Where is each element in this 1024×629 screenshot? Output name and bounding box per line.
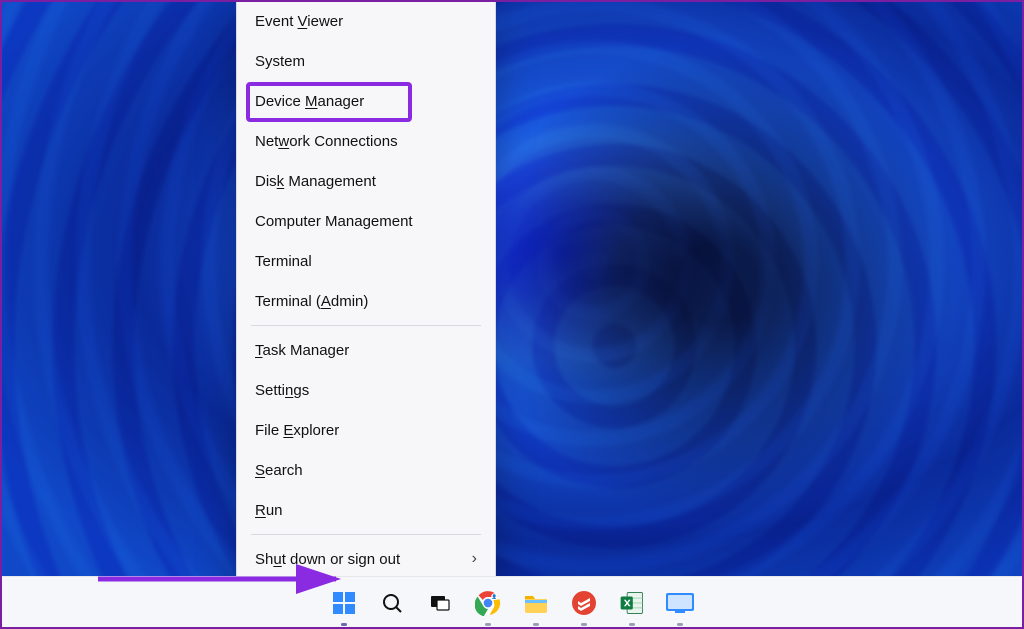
chrome-icon: 👤: [475, 590, 501, 616]
menu-item-disk-management[interactable]: Disk Management: [243, 161, 489, 201]
taskbar-chrome[interactable]: 👤: [471, 586, 505, 620]
menu-item-label: Terminal (Admin): [255, 293, 368, 310]
menu-item-label: Run: [255, 502, 283, 519]
todoist-icon: [571, 590, 597, 616]
menu-item-label: Disk Management: [255, 173, 376, 190]
menu-separator: [251, 534, 481, 535]
menu-item-label: Search: [255, 462, 303, 479]
start-context-menu: Event Viewer System Device Manager Network …: [236, 0, 496, 626]
menu-item-label: File Explorer: [255, 422, 339, 439]
menu-item-label: Computer Management: [255, 213, 413, 230]
taskbar-todoist[interactable]: [567, 586, 601, 620]
menu-item-label: Network Connections: [255, 133, 398, 150]
menu-item-computer-management[interactable]: Computer Management: [243, 201, 489, 241]
menu-item-label: Terminal: [255, 253, 312, 270]
taskbar-search[interactable]: [375, 586, 409, 620]
menu-item-device-manager[interactable]: Device Manager: [243, 81, 489, 121]
file-explorer-icon: [523, 591, 549, 615]
menu-item-task-manager[interactable]: Task Manager: [243, 330, 489, 370]
menu-item-label: System: [255, 53, 305, 70]
taskbar-excel[interactable]: [615, 586, 649, 620]
taskbar-remote-desktop[interactable]: [663, 586, 697, 620]
menu-separator: [251, 325, 481, 326]
menu-item-label: Task Manager: [255, 342, 349, 359]
menu-item-network-connections[interactable]: Network Connections: [243, 121, 489, 161]
menu-item-run[interactable]: Run: [243, 490, 489, 530]
remote-desktop-icon: [665, 592, 695, 614]
taskbar-task-view[interactable]: [423, 586, 457, 620]
task-view-icon: [428, 591, 452, 615]
menu-item-search[interactable]: Search: [243, 450, 489, 490]
desktop-wallpaper: Event Viewer System Device Manager Network …: [0, 0, 1024, 629]
search-icon: [380, 591, 404, 615]
menu-item-label: Settings: [255, 382, 309, 399]
menu-item-file-explorer[interactable]: File Explorer: [243, 410, 489, 450]
menu-item-terminal-admin[interactable]: Terminal (Admin): [243, 281, 489, 321]
menu-item-system[interactable]: System: [243, 41, 489, 81]
wallpaper-swirl: [0, 0, 1024, 629]
annotation-arrow: [96, 564, 346, 594]
menu-item-event-viewer[interactable]: Event Viewer: [243, 1, 489, 41]
excel-icon: [619, 590, 645, 616]
menu-item-settings[interactable]: Settings: [243, 370, 489, 410]
menu-item-terminal[interactable]: Terminal: [243, 241, 489, 281]
menu-item-label: Device Manager: [255, 93, 364, 110]
taskbar-file-explorer[interactable]: [519, 586, 553, 620]
svg-text:👤: 👤: [492, 594, 497, 599]
menu-item-label: Event Viewer: [255, 13, 343, 30]
